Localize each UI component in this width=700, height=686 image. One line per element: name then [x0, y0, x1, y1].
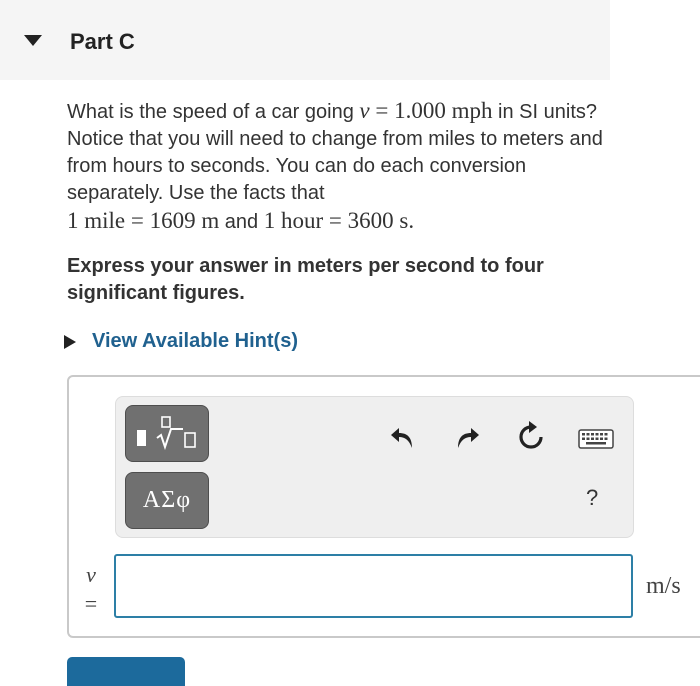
symbols-label: ΑΣφ	[142, 487, 192, 513]
speed-expression: v = 1.000 mph	[359, 98, 492, 123]
question-text: What is the speed of a car going v = 1.0…	[67, 97, 627, 236]
answer-equals: =	[84, 591, 98, 616]
part-title: Part C	[70, 29, 135, 54]
undo-icon	[391, 428, 412, 448]
templates-icon	[137, 415, 196, 450]
reset-icon	[519, 421, 543, 449]
answer-input[interactable]	[114, 554, 633, 618]
answer-unit: m/s	[646, 573, 681, 599]
question-period: .	[408, 208, 415, 233]
help-button[interactable]: ?	[586, 485, 598, 511]
templates-button[interactable]	[125, 405, 209, 462]
question-text-3: and	[219, 211, 264, 233]
keyboard-icon	[578, 429, 614, 449]
fact-hour: 1 hour = 3600 s	[263, 208, 409, 233]
answer-instruction: Express your answer in meters per second…	[67, 255, 544, 304]
view-hints-label: View Available Hint(s)	[92, 330, 298, 352]
triangle-right-icon	[64, 334, 76, 349]
speed-variable: v	[359, 98, 370, 123]
speed-equals: =	[369, 98, 395, 123]
fact-mile: 1 mile = 1609 m	[67, 208, 220, 233]
submit-button[interactable]	[67, 657, 185, 686]
question-text-1: What is the speed of a car going	[67, 101, 360, 123]
answer-variable: v	[86, 562, 96, 587]
part-header[interactable]: Part C	[0, 0, 610, 80]
keyboard-button[interactable]	[578, 428, 614, 450]
triangle-down-icon[interactable]	[24, 35, 42, 47]
undo-button[interactable]	[388, 421, 418, 451]
symbols-button[interactable]: ΑΣφ	[125, 472, 209, 529]
view-hints-link[interactable]: View Available Hint(s)	[64, 330, 298, 353]
redo-icon	[458, 428, 479, 448]
speed-value: 1.000 mph	[394, 98, 493, 123]
reset-button[interactable]	[515, 421, 547, 453]
redo-button[interactable]	[452, 421, 482, 451]
